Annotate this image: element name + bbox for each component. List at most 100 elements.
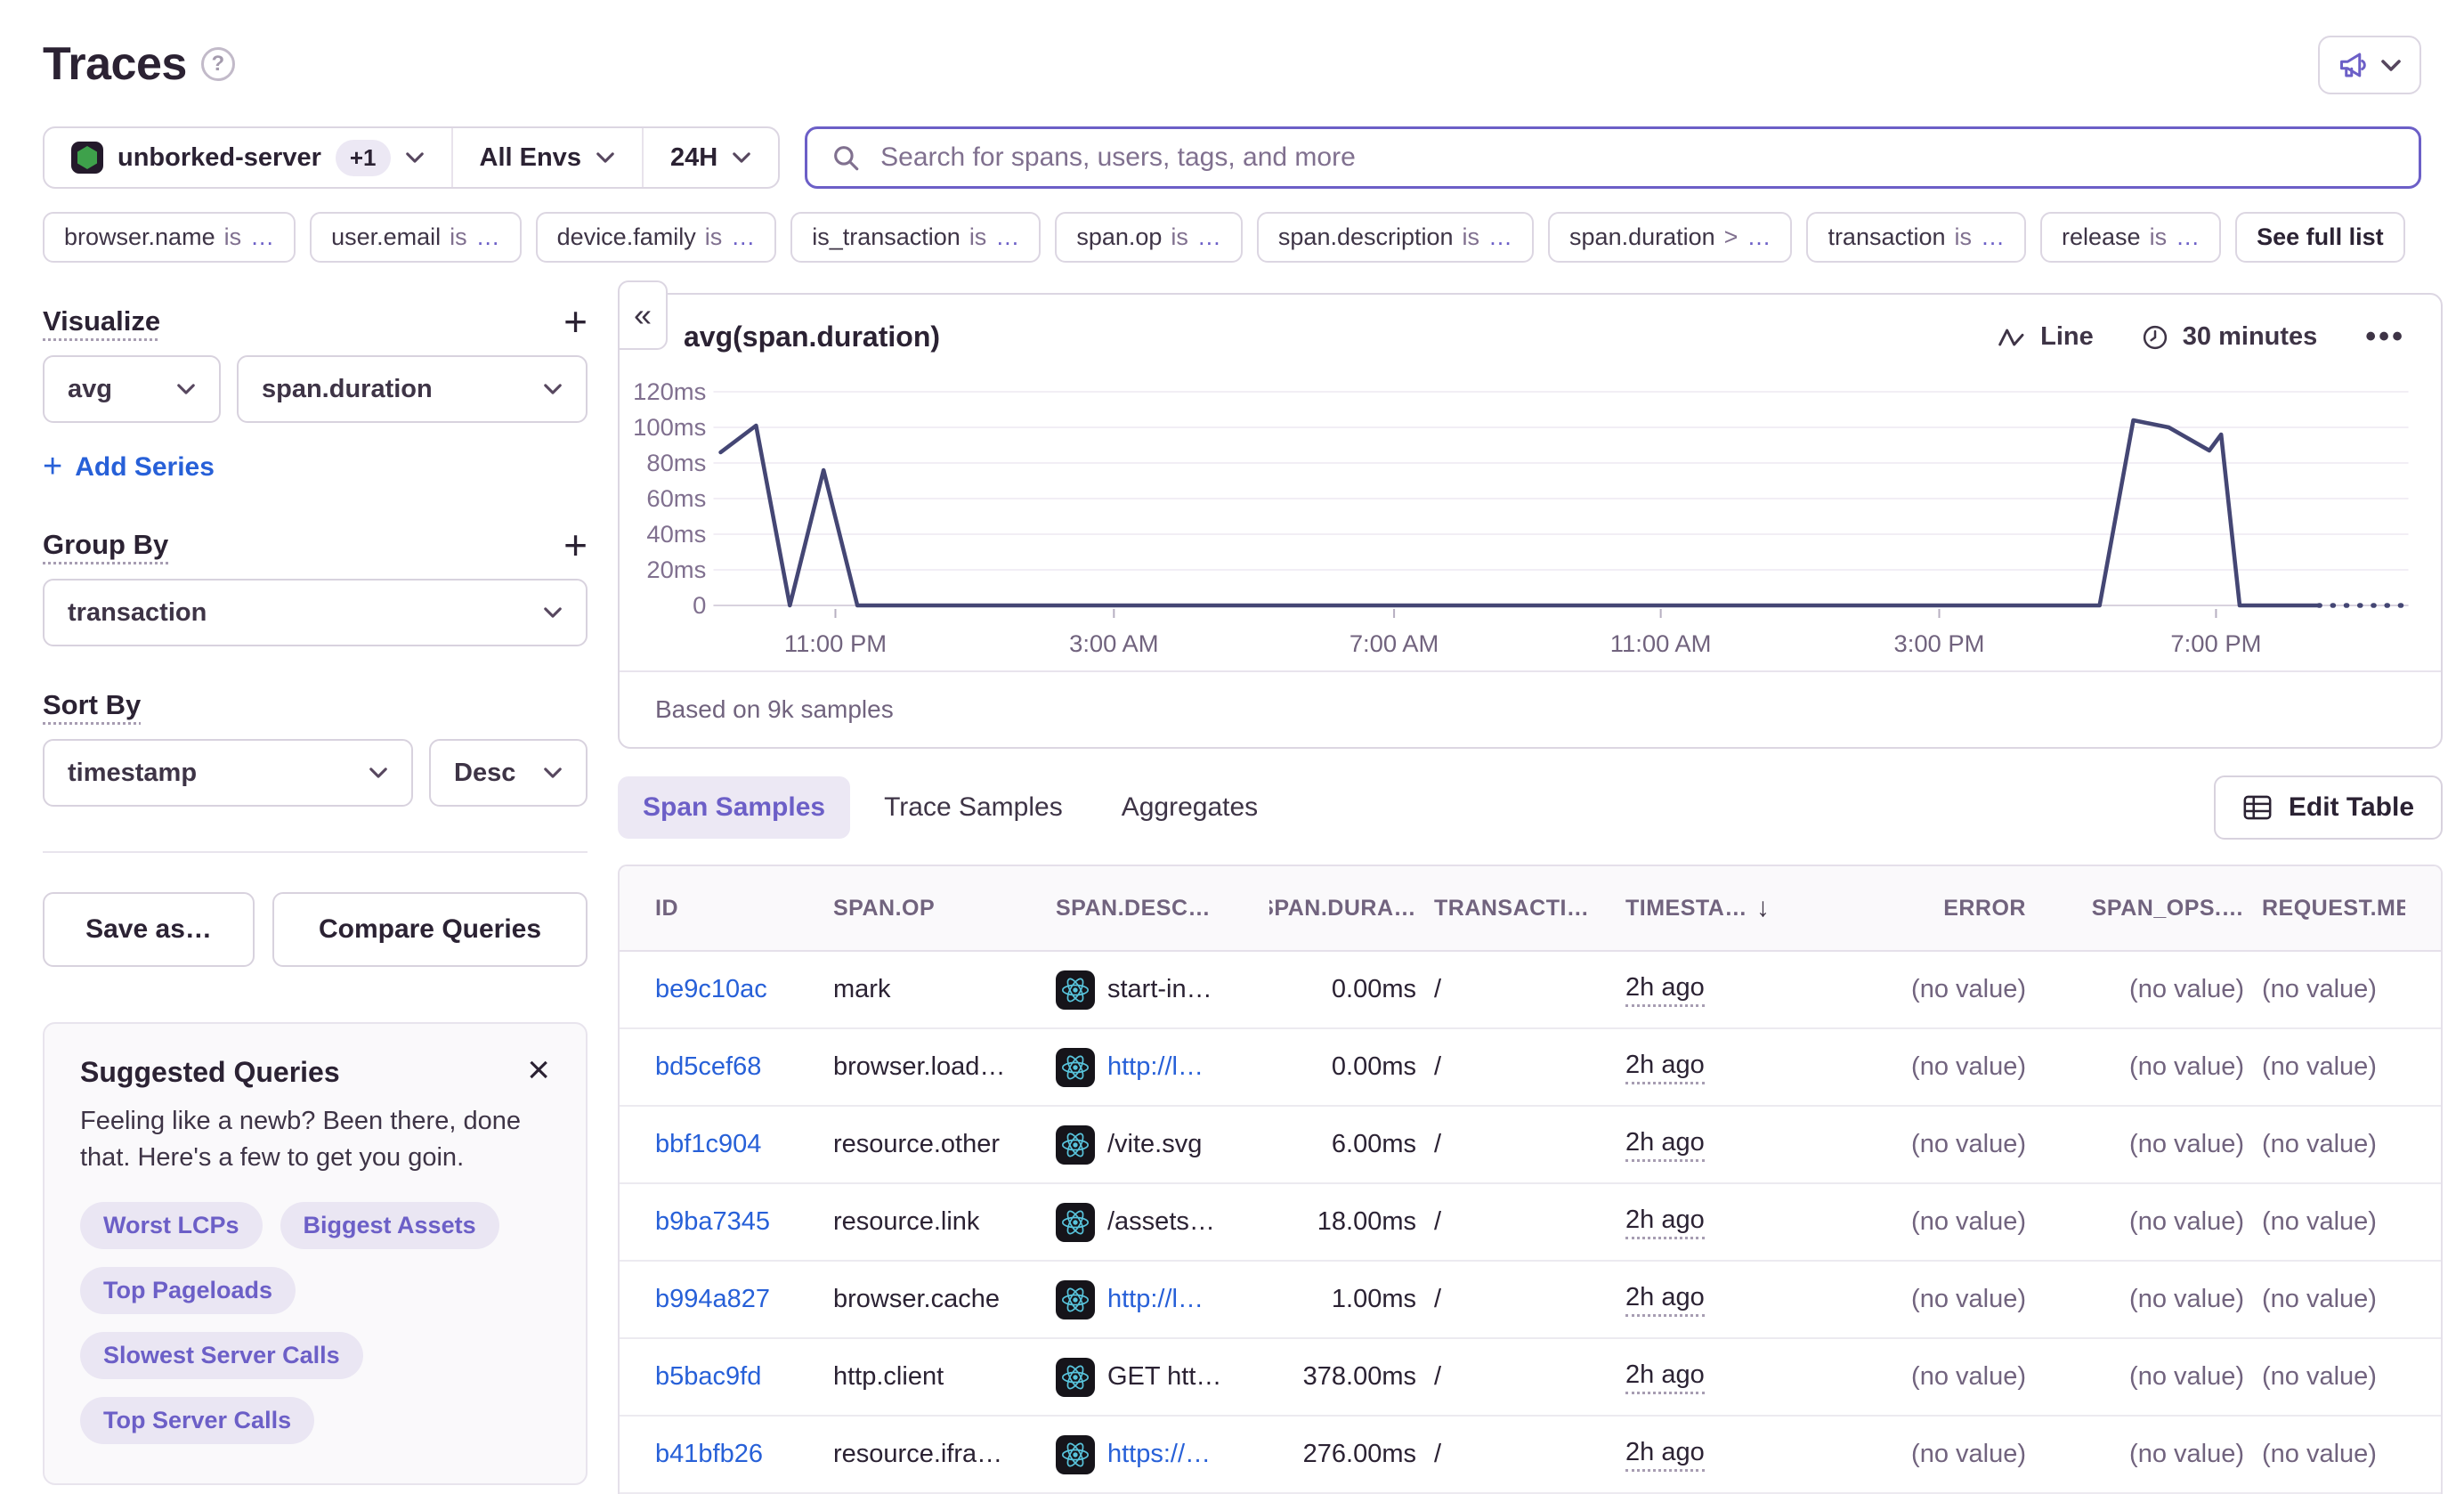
filter-chip[interactable]: transactionis…	[1806, 212, 2026, 263]
timestamp-value[interactable]: 2h ago	[1625, 1283, 1705, 1317]
filter-chip-field: release	[2062, 223, 2141, 251]
cell-timestamp[interactable]: 2h ago	[1625, 1283, 1812, 1317]
cell-span-id[interactable]: bbf1c904	[655, 1130, 815, 1159]
filter-chip-value: …	[1488, 223, 1512, 251]
close-icon[interactable]: ×	[527, 1056, 550, 1084]
time-range-selector[interactable]: 24H	[642, 128, 778, 187]
suggested-queries-title: Suggested Queries	[80, 1056, 340, 1089]
group-by-select[interactable]: transaction	[43, 579, 588, 646]
chart-interval-selector[interactable]: 30 minutes	[2142, 322, 2318, 352]
timestamp-value[interactable]: 2h ago	[1625, 1206, 1705, 1239]
column-header-duration[interactable]: SPAN.DURA…	[1269, 896, 1416, 922]
column-header-span_ops[interactable]: SPAN_OPS.…	[2044, 896, 2244, 922]
cell-span-id[interactable]: be9c10ac	[655, 975, 815, 1004]
cell-span-description[interactable]: http://l…	[1056, 1280, 1252, 1319]
span-duration-line-chart[interactable]: 020ms40ms60ms80ms100ms120ms11:00 PM3:00 …	[627, 363, 2434, 666]
cell-span-id[interactable]: b994a827	[655, 1285, 815, 1314]
sort-field-select[interactable]: timestamp	[43, 739, 413, 807]
column-header-description[interactable]: SPAN.DESC…	[1056, 896, 1252, 922]
span-description-text[interactable]: https://…	[1107, 1440, 1211, 1469]
svg-text:0: 0	[693, 591, 706, 619]
chevron-down-icon	[543, 606, 563, 619]
search-bar[interactable]	[805, 126, 2421, 189]
sidebar-divider	[43, 851, 588, 853]
column-header-error[interactable]: ERROR	[1830, 896, 2026, 922]
filter-chip-value: …	[1197, 223, 1221, 251]
timestamp-value[interactable]: 2h ago	[1625, 1360, 1705, 1394]
sort-descending-icon[interactable]: ↓	[1756, 893, 1771, 923]
column-header-timestamp[interactable]: TIMESTA…↓	[1625, 893, 1812, 923]
cell-span-description[interactable]: http://l…	[1056, 1048, 1252, 1087]
whats-new-button[interactable]	[2318, 36, 2421, 94]
edit-table-button[interactable]: Edit Table	[2214, 775, 2443, 840]
environment-selector[interactable]: All Envs	[451, 128, 642, 187]
span-description-text[interactable]: http://l…	[1107, 1285, 1204, 1314]
filter-chip-operator: is	[705, 223, 723, 251]
cell-span-id[interactable]: b9ba7345	[655, 1207, 815, 1237]
suggested-query-pill[interactable]: Top Server Calls	[80, 1397, 314, 1444]
sort-direction-select[interactable]: Desc	[429, 739, 588, 807]
timestamp-value[interactable]: 2h ago	[1625, 1128, 1705, 1162]
cell-span-description[interactable]: /vite.svg	[1056, 1125, 1252, 1165]
timestamp-value[interactable]: 2h ago	[1625, 1438, 1705, 1472]
search-input[interactable]	[879, 142, 2395, 174]
clock-icon	[2142, 324, 2168, 351]
filter-chip[interactable]: user.emailis…	[310, 212, 522, 263]
cell-span-description[interactable]: https://…	[1056, 1435, 1252, 1474]
cell-timestamp[interactable]: 2h ago	[1625, 1438, 1812, 1472]
suggested-query-pill[interactable]: Biggest Assets	[280, 1202, 499, 1249]
project-selector[interactable]: unborked-server +1	[45, 128, 451, 187]
cell-timestamp[interactable]: 2h ago	[1625, 973, 1812, 1007]
filter-chip[interactable]: span.duration>…	[1548, 212, 1792, 263]
cell-span-id[interactable]: b5bac9fd	[655, 1362, 815, 1392]
column-header-request_method[interactable]: REQUEST.ME…	[2262, 896, 2405, 922]
add-series-button[interactable]: + Add Series	[43, 448, 588, 486]
filter-chip[interactable]: device.familyis…	[536, 212, 777, 263]
aggregate-select[interactable]: avg	[43, 355, 221, 423]
tab-span-samples[interactable]: Span Samples	[618, 776, 850, 839]
compare-queries-button[interactable]: Compare Queries	[272, 892, 588, 967]
chart-type-selector[interactable]: Line	[1998, 322, 2094, 352]
project-icon	[71, 142, 103, 174]
suggested-query-pill[interactable]: Slowest Server Calls	[80, 1332, 363, 1379]
metric-select[interactable]: span.duration	[237, 355, 588, 423]
cell-span-description[interactable]: GET htt…	[1056, 1358, 1252, 1397]
cell-timestamp[interactable]: 2h ago	[1625, 1051, 1812, 1084]
cell-timestamp[interactable]: 2h ago	[1625, 1360, 1812, 1394]
column-header-op[interactable]: SPAN.OP	[833, 896, 1038, 922]
filter-chip[interactable]: releaseis…	[2040, 212, 2221, 263]
timestamp-value[interactable]: 2h ago	[1625, 1051, 1705, 1084]
timestamp-value[interactable]: 2h ago	[1625, 973, 1705, 1007]
cell-span-duration: 276.00ms	[1269, 1440, 1416, 1469]
filter-chip[interactable]: browser.nameis…	[43, 212, 296, 263]
save-as-button[interactable]: Save as…	[43, 892, 255, 967]
add-visualize-button[interactable]: +	[563, 307, 588, 336]
cell-timestamp[interactable]: 2h ago	[1625, 1206, 1812, 1239]
filter-chip[interactable]: is_transactionis…	[790, 212, 1041, 263]
cell-span-op: resource.link	[833, 1207, 1038, 1237]
tab-trace-samples[interactable]: Trace Samples	[859, 776, 1088, 839]
cell-span-description[interactable]: start-in…	[1056, 970, 1252, 1010]
filter-chip[interactable]: span.descriptionis…	[1257, 212, 1534, 263]
filter-chip-field: transaction	[1828, 223, 1945, 251]
collapse-sidebar-button[interactable]: «	[618, 280, 668, 350]
span-description-text[interactable]: http://l…	[1107, 1052, 1204, 1082]
column-header-transaction[interactable]: TRANSACTI…	[1434, 896, 1608, 922]
cell-span-duration: 18.00ms	[1269, 1207, 1416, 1237]
cell-span-description[interactable]: /assets…	[1056, 1203, 1252, 1242]
chart-more-options-button[interactable]: •••	[2365, 320, 2405, 354]
column-header-id[interactable]: ID	[655, 896, 815, 922]
see-full-list-chip[interactable]: See full list	[2235, 212, 2405, 263]
suggested-query-pill[interactable]: Worst LCPs	[80, 1202, 263, 1249]
help-icon[interactable]: ?	[201, 47, 235, 81]
svg-text:40ms: 40ms	[646, 520, 706, 548]
cell-span-id[interactable]: bd5cef68	[655, 1052, 815, 1082]
suggested-query-pill[interactable]: Top Pageloads	[80, 1267, 296, 1314]
filter-chip[interactable]: span.opis…	[1055, 212, 1243, 263]
chart-plot-area[interactable]: 020ms40ms60ms80ms100ms120ms11:00 PM3:00 …	[620, 358, 2441, 670]
span-description-text: /assets…	[1107, 1207, 1215, 1237]
cell-timestamp[interactable]: 2h ago	[1625, 1128, 1812, 1162]
cell-span-id[interactable]: b41bfb26	[655, 1440, 815, 1469]
tab-aggregates[interactable]: Aggregates	[1097, 776, 1283, 839]
add-group-by-button[interactable]: +	[563, 531, 588, 559]
